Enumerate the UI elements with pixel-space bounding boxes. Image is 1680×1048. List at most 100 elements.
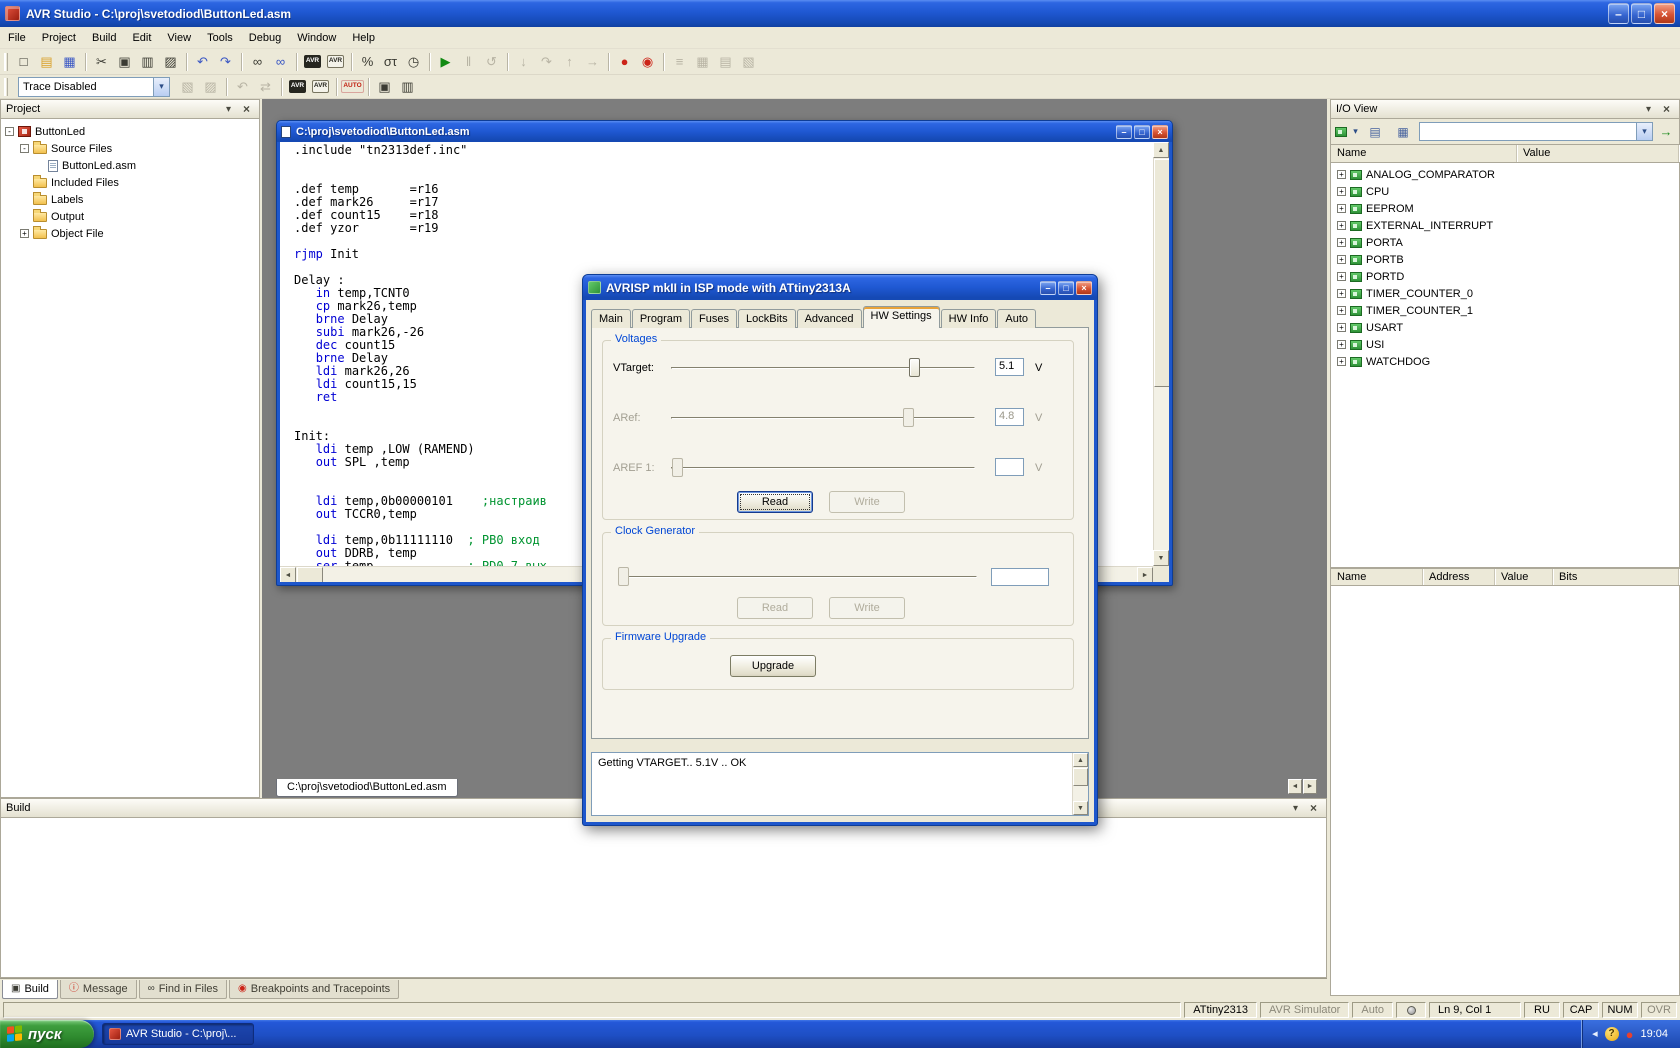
toolbar-coverage-icon[interactable]: % xyxy=(356,51,379,72)
io-item-portb[interactable]: +PORTB xyxy=(1331,251,1679,268)
tree-item-buttonled-asm[interactable]: ButtonLed.asm xyxy=(1,157,259,174)
dialog-tab-hw-settings[interactable]: HW Settings xyxy=(863,306,940,328)
taskbar-task-button[interactable]: AVR Studio - C:\proj\... xyxy=(102,1023,254,1045)
io-item-cpu[interactable]: +CPU xyxy=(1331,183,1679,200)
clock-slider[interactable] xyxy=(617,567,979,588)
toolbar-options-icon[interactable]: ▥ xyxy=(396,76,419,97)
scroll-right-icon[interactable] xyxy=(1137,567,1153,582)
dialog-tab-lockbits[interactable]: LockBits xyxy=(738,309,796,328)
toolbar-find-icon[interactable]: ∞ xyxy=(246,51,269,72)
menu-help[interactable]: Help xyxy=(344,27,383,49)
expand-icon[interactable]: + xyxy=(1337,204,1346,213)
vtarget-slider-thumb[interactable] xyxy=(909,358,920,377)
toolbar-save-file-icon[interactable]: ▦ xyxy=(58,51,81,72)
toolbar-run-icon[interactable]: ▶ xyxy=(434,51,457,72)
dialog-tab-auto[interactable]: Auto xyxy=(997,309,1036,328)
menu-view[interactable]: View xyxy=(159,27,199,49)
scroll-up-icon[interactable] xyxy=(1153,142,1169,158)
dialog-tab-advanced[interactable]: Advanced xyxy=(797,309,862,328)
expand-icon[interactable]: + xyxy=(1337,340,1346,349)
io-item-porta[interactable]: +PORTA xyxy=(1331,234,1679,251)
toolbar-redo-icon[interactable]: ↷ xyxy=(214,51,237,72)
toolbar-toggle-breakpoint-icon[interactable]: ● xyxy=(613,51,636,72)
toolbar-trace-clear-icon[interactable]: ▨ xyxy=(199,76,222,97)
editor-titlebar[interactable]: C:\proj\svetodiod\ButtonLed.asm –□× xyxy=(277,121,1172,142)
start-button[interactable]: пуск xyxy=(0,1020,94,1048)
minimize-button[interactable]: – xyxy=(1040,281,1056,295)
io-list-view-button[interactable]: ▤ xyxy=(1363,122,1387,142)
expand-icon[interactable]: + xyxy=(1337,255,1346,264)
tree-item-labels[interactable]: Labels xyxy=(1,191,259,208)
expand-icon[interactable]: + xyxy=(1337,357,1346,366)
tray-alert-icon[interactable]: ● xyxy=(1626,1028,1634,1041)
close-button[interactable]: × xyxy=(1076,281,1092,295)
toolbar-pause-icon[interactable]: ‖ xyxy=(457,51,480,72)
dialog-tab-fuses[interactable]: Fuses xyxy=(691,309,737,328)
toolbar-cut-icon[interactable]: ✂ xyxy=(90,51,113,72)
aref1-slider[interactable] xyxy=(669,458,977,479)
toolbar-undo-icon[interactable]: ↶ xyxy=(191,51,214,72)
menu-file[interactable]: File xyxy=(0,27,34,49)
io-grid-view-button[interactable]: ▦ xyxy=(1391,122,1415,142)
expand-icon[interactable]: + xyxy=(1337,272,1346,281)
toolbar-grip[interactable] xyxy=(4,78,8,96)
io-display-options-button[interactable] xyxy=(1335,122,1359,142)
project-panel-close-icon[interactable] xyxy=(239,102,254,116)
scroll-up-icon[interactable] xyxy=(1073,753,1088,767)
io-item-usi[interactable]: +USI xyxy=(1331,336,1679,353)
menu-edit[interactable]: Edit xyxy=(124,27,159,49)
scroll-left-icon[interactable] xyxy=(280,567,296,582)
detail-column-value[interactable]: Value xyxy=(1495,569,1553,585)
tree-item-buttonled[interactable]: -ButtonLed xyxy=(1,123,259,140)
toolbar-step-into-icon[interactable]: ↓ xyxy=(512,51,535,72)
toolbar-avr-connect-icon[interactable]: AVR xyxy=(301,51,324,72)
toolbar-step-out-icon[interactable]: ↑ xyxy=(558,51,581,72)
tree-item-output[interactable]: Output xyxy=(1,208,259,225)
expand-icon[interactable]: + xyxy=(1337,238,1346,247)
io-view-close-icon[interactable] xyxy=(1659,102,1674,116)
toolbar-remove-breakpoints-icon[interactable]: ◉ xyxy=(636,51,659,72)
output-tab-message[interactable]: ⓘMessage xyxy=(60,980,137,999)
aref1-slider-thumb[interactable] xyxy=(672,458,683,477)
detail-column-name[interactable]: Name xyxy=(1331,569,1423,585)
expand-icon[interactable]: + xyxy=(20,229,29,238)
toolbar-memory-view-icon[interactable]: ▦ xyxy=(691,51,714,72)
expand-icon[interactable]: + xyxy=(1337,306,1346,315)
io-column-value[interactable]: Value xyxy=(1517,145,1679,162)
detail-column-address[interactable]: Address xyxy=(1423,569,1495,585)
scroll-down-icon[interactable] xyxy=(1073,801,1088,815)
log-scrollbar[interactable] xyxy=(1072,753,1088,815)
log-scroll-thumb[interactable] xyxy=(1073,768,1088,786)
toolbar-new-file-icon[interactable]: □ xyxy=(12,51,35,72)
io-item-analog-comparator[interactable]: +ANALOG_COMPARATOR xyxy=(1331,166,1679,183)
vtarget-value-field[interactable]: 5.1 xyxy=(995,358,1024,376)
document-tab[interactable]: C:\proj\svetodiod\ButtonLed.asm xyxy=(276,779,458,797)
menu-build[interactable]: Build xyxy=(84,27,124,49)
output-tab-build[interactable]: ▣Build xyxy=(2,980,58,999)
toolbar-print-icon[interactable]: ▨ xyxy=(159,51,182,72)
aref1-value-field[interactable] xyxy=(995,458,1024,476)
toolbar-find-in-files-icon[interactable]: ∞ xyxy=(269,51,292,72)
expand-icon[interactable]: + xyxy=(1337,289,1346,298)
toolbar-reset-icon[interactable]: ↺ xyxy=(480,51,503,72)
voltages-write-button[interactable]: Write xyxy=(829,491,905,513)
collapse-icon[interactable]: - xyxy=(20,144,29,153)
toolbar-paste-icon[interactable]: ▥ xyxy=(136,51,159,72)
io-item-portd[interactable]: +PORTD xyxy=(1331,268,1679,285)
menu-window[interactable]: Window xyxy=(289,27,344,49)
maximize-button[interactable]: □ xyxy=(1631,3,1652,24)
menu-project[interactable]: Project xyxy=(34,27,84,49)
aref-value-field[interactable]: 4.8 xyxy=(995,408,1024,426)
io-item-watchdog[interactable]: +WATCHDOG xyxy=(1331,353,1679,370)
vertical-scroll-thumb[interactable] xyxy=(1154,159,1169,387)
clock-value-field[interactable] xyxy=(991,568,1049,586)
toolbar-stopwatch-icon[interactable]: ◷ xyxy=(402,51,425,72)
toolbar-run-to-cursor-icon[interactable]: → xyxy=(581,51,604,72)
detail-column-bits[interactable]: Bits xyxy=(1553,569,1679,585)
toolbar-auto-icon[interactable]: AUTO xyxy=(341,76,364,97)
tray-update-icon[interactable]: ? xyxy=(1605,1027,1619,1041)
output-tab-breakpoints-and-tracepoints[interactable]: ◉Breakpoints and Tracepoints xyxy=(229,980,399,999)
horizontal-scroll-thumb[interactable] xyxy=(297,567,323,582)
toolbar-disassembler-icon[interactable]: ▧ xyxy=(737,51,760,72)
dialog-titlebar[interactable]: AVRISP mkII in ISP mode with ATtiny2313A… xyxy=(583,275,1097,300)
